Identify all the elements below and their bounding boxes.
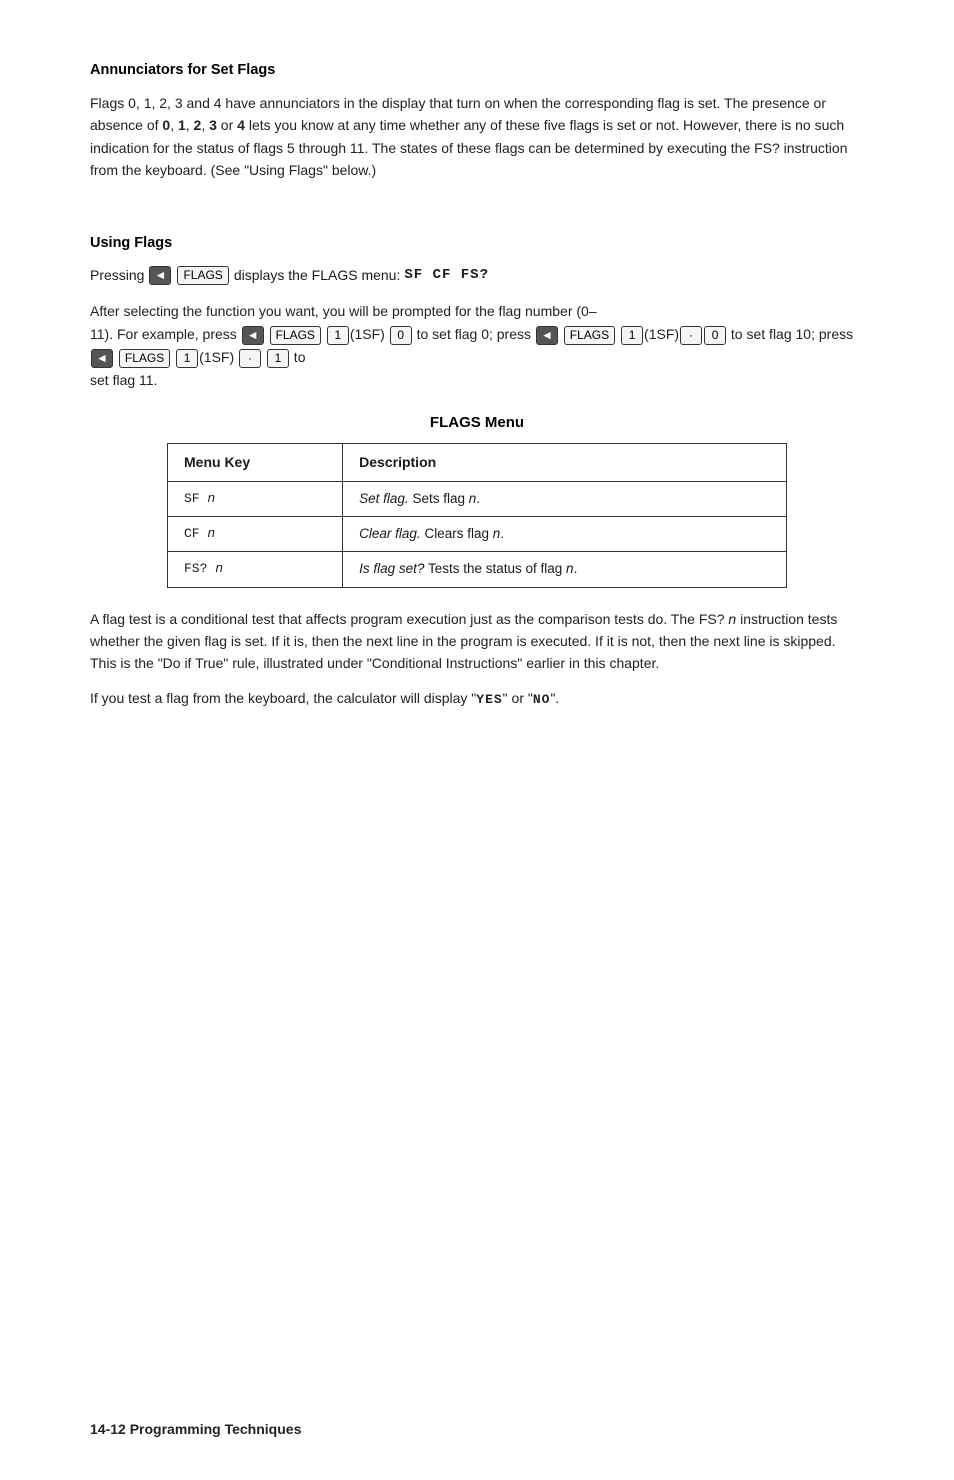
col-header-menu-key: Menu Key [168,443,343,481]
page-footer: 14-12 Programming Techniques [90,1419,301,1440]
example-para: After selecting the function you want, y… [90,300,864,392]
row2-key: CF n [168,517,343,552]
after-table-para-2: If you test a flag from the keyboard, th… [90,687,864,711]
table-row: SF n Set flag. Sets flag n. [168,481,787,516]
annunciators-section: Annunciators for Set Flags Flags 0, 1, 2… [90,60,864,181]
zero-key-1: 0 [390,326,412,346]
table-row: CF n Clear flag. Clears flag n. [168,517,787,552]
pressing-label: Pressing [90,265,144,286]
flags-key-3: FLAGS [564,326,615,346]
one-key-3: 1 [176,349,198,369]
col-header-description: Description [343,443,787,481]
one-key-1sf: 1 [327,326,349,346]
spacer-1 [90,193,864,233]
one-key-2: 1 [621,326,643,346]
flags-key-2: FLAGS [270,326,321,346]
row3-key: FS? n [168,552,343,587]
pressing-line: Pressing ◄ FLAGS displays the FLAGS menu… [90,265,864,286]
annunciators-title: Annunciators for Set Flags [90,60,864,82]
using-flags-section: Using Flags Pressing ◄ FLAGS displays th… [90,233,864,710]
dot-key-1: · [680,326,702,346]
row1-desc: Set flag. Sets flag n. [343,481,787,516]
flags-table: Menu Key Description SF n Set flag. Sets… [167,443,787,588]
arrow-key-4: ◄ [91,349,113,369]
dot-key-2: · [239,349,261,369]
flags-table-container: FLAGS Menu Menu Key Description SF n Set… [167,412,787,587]
displays-label: displays the FLAGS menu: [234,265,401,286]
after-table-para-1: A flag test is a conditional test that a… [90,608,864,675]
annunciators-para: Flags 0, 1, 2, 3 and 4 have annunciators… [90,92,864,182]
one-key-4: 1 [267,349,289,369]
flags-menu-display: SF CF FS? [404,265,489,286]
row3-desc: Is flag set? Tests the status of flag n. [343,552,787,587]
table-header-row: Menu Key Description [168,443,787,481]
table-row: FS? n Is flag set? Tests the status of f… [168,552,787,587]
arrow-key-3: ◄ [536,326,558,346]
using-flags-title: Using Flags [90,233,864,255]
flags-table-title: FLAGS Menu [167,412,787,435]
arrow-key: ◄ [149,266,171,286]
row2-desc: Clear flag. Clears flag n. [343,517,787,552]
flags-key: FLAGS [177,266,228,286]
row1-key: SF n [168,481,343,516]
zero-key-2: 0 [704,326,726,346]
arrow-key-2: ◄ [242,326,264,346]
flags-key-4: FLAGS [119,349,170,369]
